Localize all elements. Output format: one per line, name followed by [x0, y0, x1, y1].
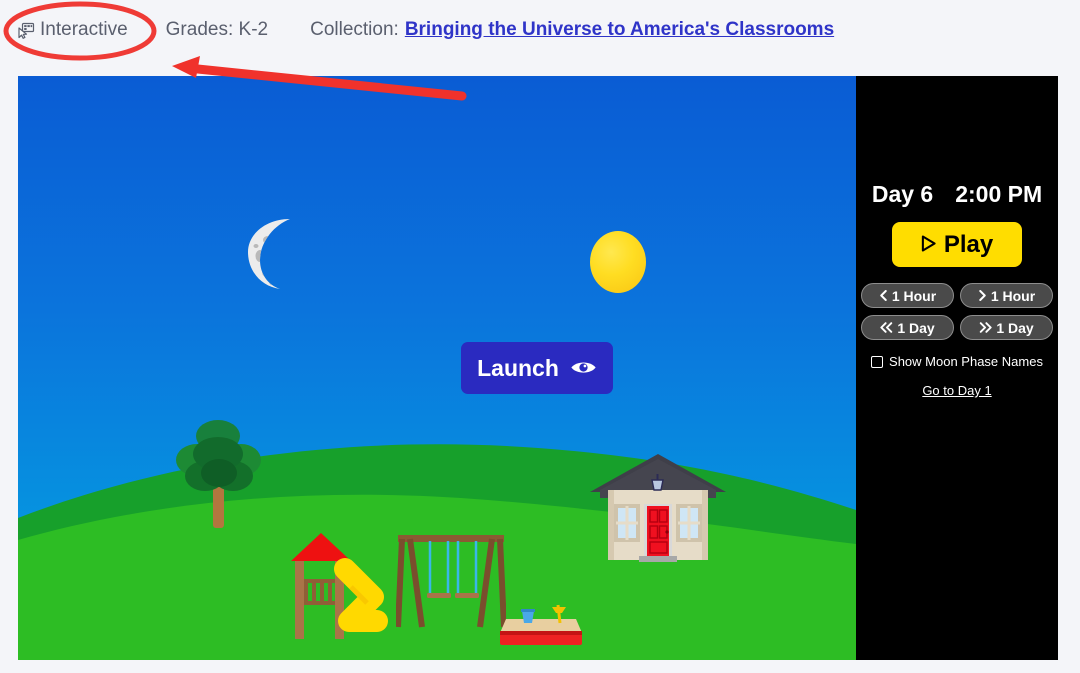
- tree: [175, 418, 261, 528]
- chevrons-right-icon: [979, 320, 992, 336]
- moon: [246, 216, 300, 290]
- day-label: Day 6: [871, 181, 934, 207]
- forward-1-hour-label: 1 Hour: [990, 287, 1036, 304]
- launch-label: Launch: [477, 354, 559, 381]
- time-step-buttons: 1 Hour 1 Hour 1 Day 1 Day: [856, 283, 1058, 340]
- interactive-cursor-icon: [18, 22, 35, 39]
- grades-label: Grades: K-2: [165, 19, 269, 40]
- collection-meta: Collection: Bringing the Universe to Ame…: [310, 19, 834, 41]
- show-moon-phase-names-label: Show Moon Phase Names: [889, 354, 1043, 369]
- sun: [590, 231, 646, 293]
- back-1-day-button[interactable]: 1 Day: [861, 315, 954, 340]
- interactive-scene[interactable]: Launch Day 6 2:00 PM Play 1 Hour 1 Hour …: [18, 76, 1058, 660]
- play-triangle-icon: [921, 231, 936, 259]
- day-time-display: Day 6 2:00 PM: [856, 181, 1058, 208]
- swing-set: [395, 533, 507, 629]
- collection-link[interactable]: Bringing the Universe to America's Class…: [405, 19, 834, 41]
- go-to-day-1-link[interactable]: Go to Day 1: [856, 383, 1058, 398]
- checkbox-box[interactable]: [871, 355, 884, 368]
- collection-label: Collection:: [310, 19, 399, 40]
- play-label: Play: [943, 230, 994, 258]
- launch-button[interactable]: Launch: [461, 342, 613, 394]
- forward-1-day-label: 1 Day: [996, 319, 1034, 336]
- forward-1-day-button[interactable]: 1 Day: [960, 315, 1053, 340]
- back-1-hour-button[interactable]: 1 Hour: [861, 283, 954, 308]
- time-label: 2:00 PM: [955, 181, 1043, 207]
- sandbox: [496, 593, 586, 655]
- chevron-right-icon: [978, 288, 987, 304]
- chevrons-left-icon: [880, 320, 893, 336]
- forward-1-hour-button[interactable]: 1 Hour: [960, 283, 1053, 308]
- eye-icon: [570, 355, 597, 382]
- back-1-day-label: 1 Day: [897, 319, 935, 336]
- interactive-label: Interactive: [40, 19, 128, 40]
- chevron-left-icon: [879, 288, 888, 304]
- house: [584, 452, 732, 564]
- page-header: Interactive Grades: K-2 Collection: Brin…: [0, 0, 1080, 60]
- play-button[interactable]: Play: [892, 222, 1022, 267]
- back-1-hour-label: 1 Hour: [891, 287, 937, 304]
- playset: [283, 531, 393, 643]
- control-panel: Day 6 2:00 PM Play 1 Hour 1 Hour 1 Day 1…: [856, 76, 1058, 660]
- sky-background: Launch: [18, 76, 856, 660]
- interactive-badge: Interactive: [18, 19, 128, 41]
- show-moon-phase-names-checkbox[interactable]: Show Moon Phase Names: [856, 354, 1058, 369]
